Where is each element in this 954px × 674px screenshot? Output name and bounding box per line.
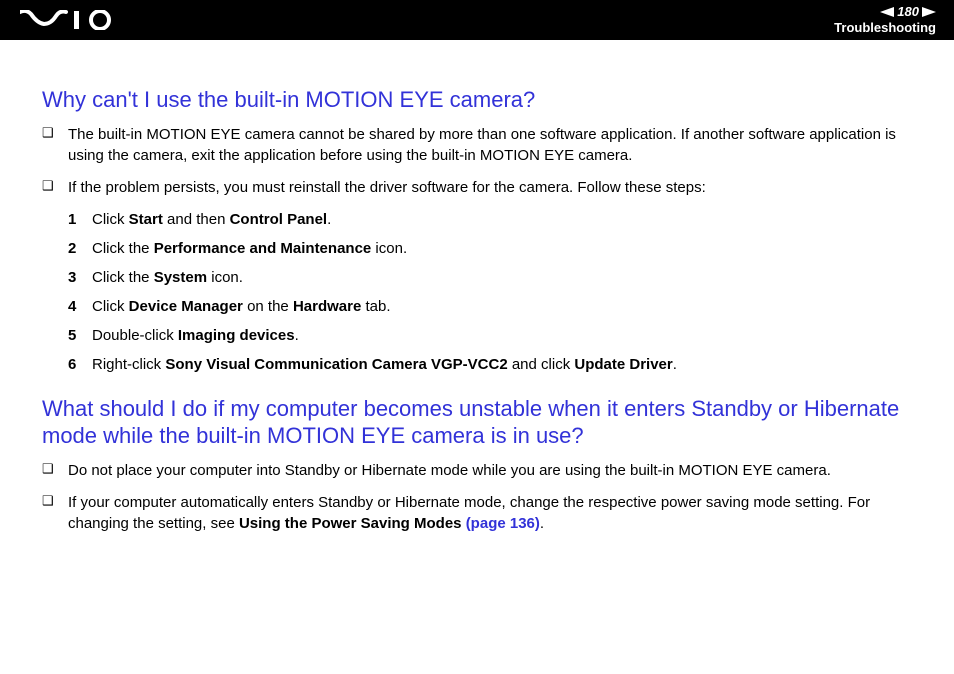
- step-text: Click the System icon.: [92, 267, 243, 288]
- page-number: 180: [896, 5, 920, 19]
- list-item: ❑ If your computer automatically enters …: [42, 492, 912, 536]
- bullet-text: If your computer automatically enters St…: [68, 492, 912, 536]
- step-item: 4 Click Device Manager on the Hardware t…: [68, 296, 912, 317]
- next-page-arrow-icon[interactable]: [922, 7, 936, 17]
- step-item: 5 Double-click Imaging devices.: [68, 325, 912, 346]
- step-text: Double-click Imaging devices.: [92, 325, 299, 346]
- bullet-text: Do not place your computer into Standby …: [68, 460, 831, 482]
- step-number: 4: [68, 296, 92, 317]
- list-item: ❑ If the problem persists, you must rein…: [42, 177, 912, 199]
- bullet-marker-icon: ❑: [42, 177, 68, 196]
- step-text: Click Start and then Control Panel.: [92, 209, 331, 230]
- bullet-list-2: ❑ Do not place your computer into Standb…: [42, 460, 912, 535]
- step-number: 5: [68, 325, 92, 346]
- list-item: ❑ The built-in MOTION EYE camera cannot …: [42, 124, 912, 168]
- bullet-marker-icon: ❑: [42, 460, 68, 479]
- step-item: 2 Click the Performance and Maintenance …: [68, 238, 912, 259]
- steps-list: 1 Click Start and then Control Panel. 2 …: [68, 209, 912, 375]
- step-text: Click the Performance and Maintenance ic…: [92, 238, 407, 259]
- step-item: 1 Click Start and then Control Panel.: [68, 209, 912, 230]
- section-label: Troubleshooting: [834, 21, 936, 35]
- step-text: Click Device Manager on the Hardware tab…: [92, 296, 391, 317]
- step-number: 3: [68, 267, 92, 288]
- header-right: 180 Troubleshooting: [834, 5, 936, 35]
- step-item: 3 Click the System icon.: [68, 267, 912, 288]
- page-navigation: 180: [834, 5, 936, 19]
- bullet-marker-icon: ❑: [42, 124, 68, 143]
- page-content: Why can't I use the built-in MOTION EYE …: [0, 40, 954, 565]
- page-link[interactable]: (page 136): [466, 515, 540, 532]
- heading-standby-hibernate: What should I do if my computer becomes …: [42, 395, 912, 450]
- bullet-list-1: ❑ The built-in MOTION EYE camera cannot …: [42, 124, 912, 199]
- step-number: 1: [68, 209, 92, 230]
- list-item: ❑ Do not place your computer into Standb…: [42, 460, 912, 482]
- prev-page-arrow-icon[interactable]: [880, 7, 894, 17]
- page-header: 180 Troubleshooting: [0, 0, 954, 40]
- step-text: Right-click Sony Visual Communication Ca…: [92, 354, 677, 375]
- heading-motion-eye: Why can't I use the built-in MOTION EYE …: [42, 86, 912, 114]
- bullet-marker-icon: ❑: [42, 492, 68, 511]
- step-item: 6 Right-click Sony Visual Communication …: [68, 354, 912, 375]
- step-number: 6: [68, 354, 92, 375]
- vaio-logo: [20, 10, 116, 30]
- bullet-text: The built-in MOTION EYE camera cannot be…: [68, 124, 912, 168]
- bullet-text: If the problem persists, you must reinst…: [68, 177, 706, 199]
- step-number: 2: [68, 238, 92, 259]
